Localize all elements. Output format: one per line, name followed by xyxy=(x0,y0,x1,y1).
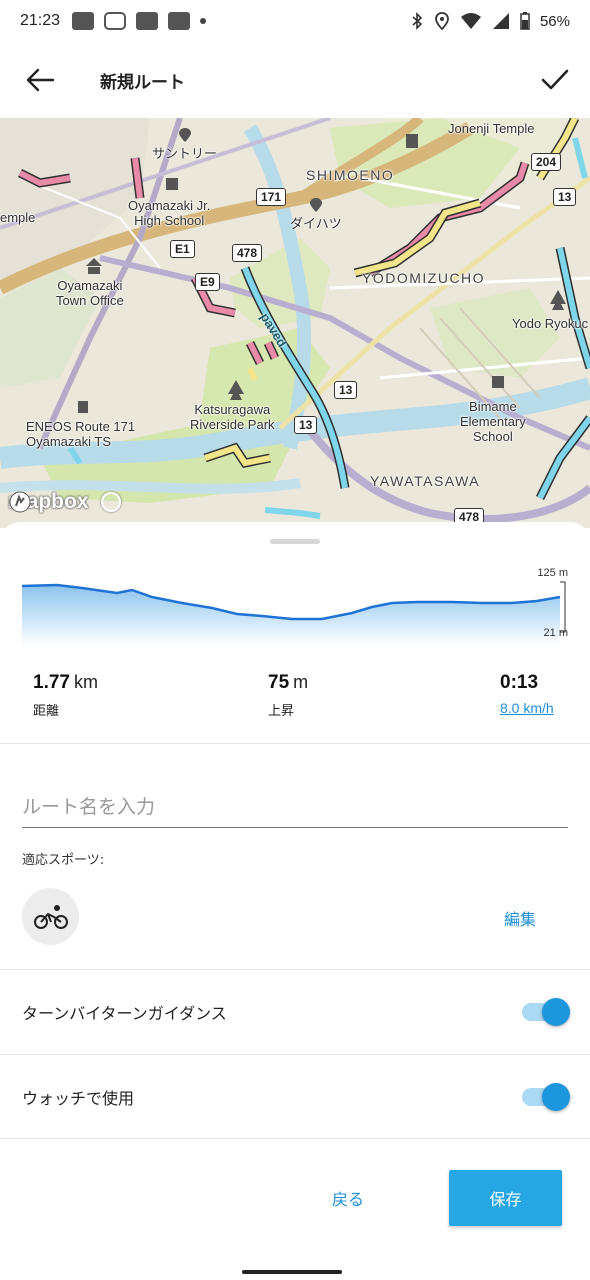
speed-link[interactable]: 8.0 km/h xyxy=(500,700,554,716)
divider xyxy=(0,743,590,744)
system-icons: 56% xyxy=(410,12,570,30)
map-label-yodo-ryokuchi: Yodo Ryokuc xyxy=(512,316,589,331)
signal-icon xyxy=(492,13,509,29)
use-on-watch-row: ウォッチで使用 xyxy=(0,1055,590,1139)
stat-distance: 1.77 km 距離 xyxy=(33,672,98,719)
use-on-watch-toggle[interactable] xyxy=(522,1082,570,1112)
ascent-value: 75 xyxy=(268,672,290,693)
elevation-max-label: 125 m xyxy=(537,567,568,579)
road-shield-478a: 478 xyxy=(232,244,263,262)
attribution-info-icon[interactable] xyxy=(100,492,121,512)
bluetooth-icon xyxy=(412,12,423,30)
duration-value: 0:13 xyxy=(500,672,539,693)
sports-label: 適応スポーツ: xyxy=(22,853,105,868)
route-name-input[interactable]: ルート名を入力 xyxy=(22,784,568,828)
road-shield-e9: E9 xyxy=(195,273,220,291)
turn-by-turn-toggle[interactable] xyxy=(522,997,570,1027)
wifi-icon xyxy=(460,13,481,29)
distance-label: 距離 xyxy=(33,704,60,719)
map-label-bimame-school: Bimame Elementary School xyxy=(460,399,526,444)
turn-by-turn-row: ターンバイターンガイダンス xyxy=(0,970,590,1054)
page-title: 新規ルート xyxy=(100,72,185,93)
route-name-placeholder: ルート名を入力 xyxy=(22,796,156,818)
map-label-daihatsu: ダイハツ xyxy=(290,216,342,231)
ascent-unit: m xyxy=(293,672,309,692)
mapbox-mark-icon xyxy=(9,491,31,513)
map-label-oyamazaki-jr-high: Oyamazaki Jr. High School xyxy=(128,198,211,228)
notification-icon xyxy=(72,12,95,30)
more-notifications-icon xyxy=(200,18,207,24)
route-details-sheet: 125 m 21 m 1.77 km 距離 75 m 上昇 0:13 8.0 km/… xyxy=(0,522,590,1280)
sport-avatar[interactable] xyxy=(22,888,79,945)
status-time: 21:23 xyxy=(20,12,61,29)
road-shield-13c: 13 xyxy=(294,416,318,434)
notification-icon xyxy=(104,12,127,30)
divider xyxy=(0,1138,590,1139)
toggle-knob xyxy=(542,1083,570,1111)
stat-duration: 0:13 8.0 km/h xyxy=(500,672,554,716)
mapbox-logo: mapbox xyxy=(8,490,121,514)
location-icon xyxy=(435,12,449,30)
road-shield-13a: 13 xyxy=(553,188,577,206)
route-map[interactable]: サントリー Jonenji Temple emple SHIMOENO Oyam… xyxy=(0,118,590,528)
edit-sports-link[interactable]: 編集 xyxy=(504,906,536,930)
status-bar: 21:23 56% xyxy=(0,0,590,42)
map-label-jonenji-temple: Jonenji Temple xyxy=(448,121,535,136)
battery-percent: 56% xyxy=(539,12,570,30)
gesture-nav-bar[interactable] xyxy=(242,1270,342,1274)
sheet-drag-handle[interactable] xyxy=(270,539,320,544)
use-on-watch-label: ウォッチで使用 xyxy=(22,1089,135,1108)
checkmark-icon xyxy=(541,69,569,90)
notification-icon xyxy=(136,12,159,30)
map-label-temple-edge: emple xyxy=(0,210,36,225)
ascent-label: 上昇 xyxy=(268,704,295,719)
road-shield-204: 204 xyxy=(531,153,562,171)
battery-icon xyxy=(520,12,530,30)
route-stats: 1.77 km 距離 75 m 上昇 0:13 8.0 km/h xyxy=(0,672,590,742)
bicycle-icon xyxy=(33,904,68,929)
elevation-min-label: 21 m xyxy=(543,627,568,639)
notification-icons xyxy=(72,12,207,30)
road-shield-171: 171 xyxy=(256,188,287,206)
back-button[interactable] xyxy=(0,42,80,118)
distance-unit: km xyxy=(73,672,98,692)
toggle-knob xyxy=(542,998,570,1026)
map-label-suntory: サントリー xyxy=(152,146,218,161)
app-bar: 新規ルート xyxy=(0,42,590,118)
save-button[interactable]: 保存 xyxy=(449,1170,562,1226)
map-label-eneos: ENEOS Route 171 Oyamazaki TS xyxy=(26,419,136,449)
map-label-yodomizucho: YODOMIZUCHO xyxy=(362,270,486,286)
map-label-katsuragawa-park: Katsuragawa Riverside Park xyxy=(190,402,275,432)
road-shield-e1: E1 xyxy=(170,240,195,258)
arrow-left-icon xyxy=(26,68,55,92)
map-label-shimoeno: SHIMOENO xyxy=(306,167,395,183)
distance-value: 1.77 xyxy=(33,672,70,693)
elevation-profile-chart xyxy=(22,581,566,646)
map-label-yawatasawa: YAWATASAWA xyxy=(370,473,481,489)
notification-icon xyxy=(168,12,191,30)
confirm-button[interactable] xyxy=(520,42,590,118)
turn-by-turn-label: ターンバイターンガイダンス xyxy=(22,1004,227,1023)
stat-ascent: 75 m 上昇 xyxy=(268,672,308,719)
map-canvas xyxy=(0,118,590,528)
back-text-button[interactable]: 戻る xyxy=(300,1170,396,1226)
road-shield-13b: 13 xyxy=(334,381,358,399)
map-label-town-office: Oyamazaki Town Office xyxy=(56,278,124,308)
